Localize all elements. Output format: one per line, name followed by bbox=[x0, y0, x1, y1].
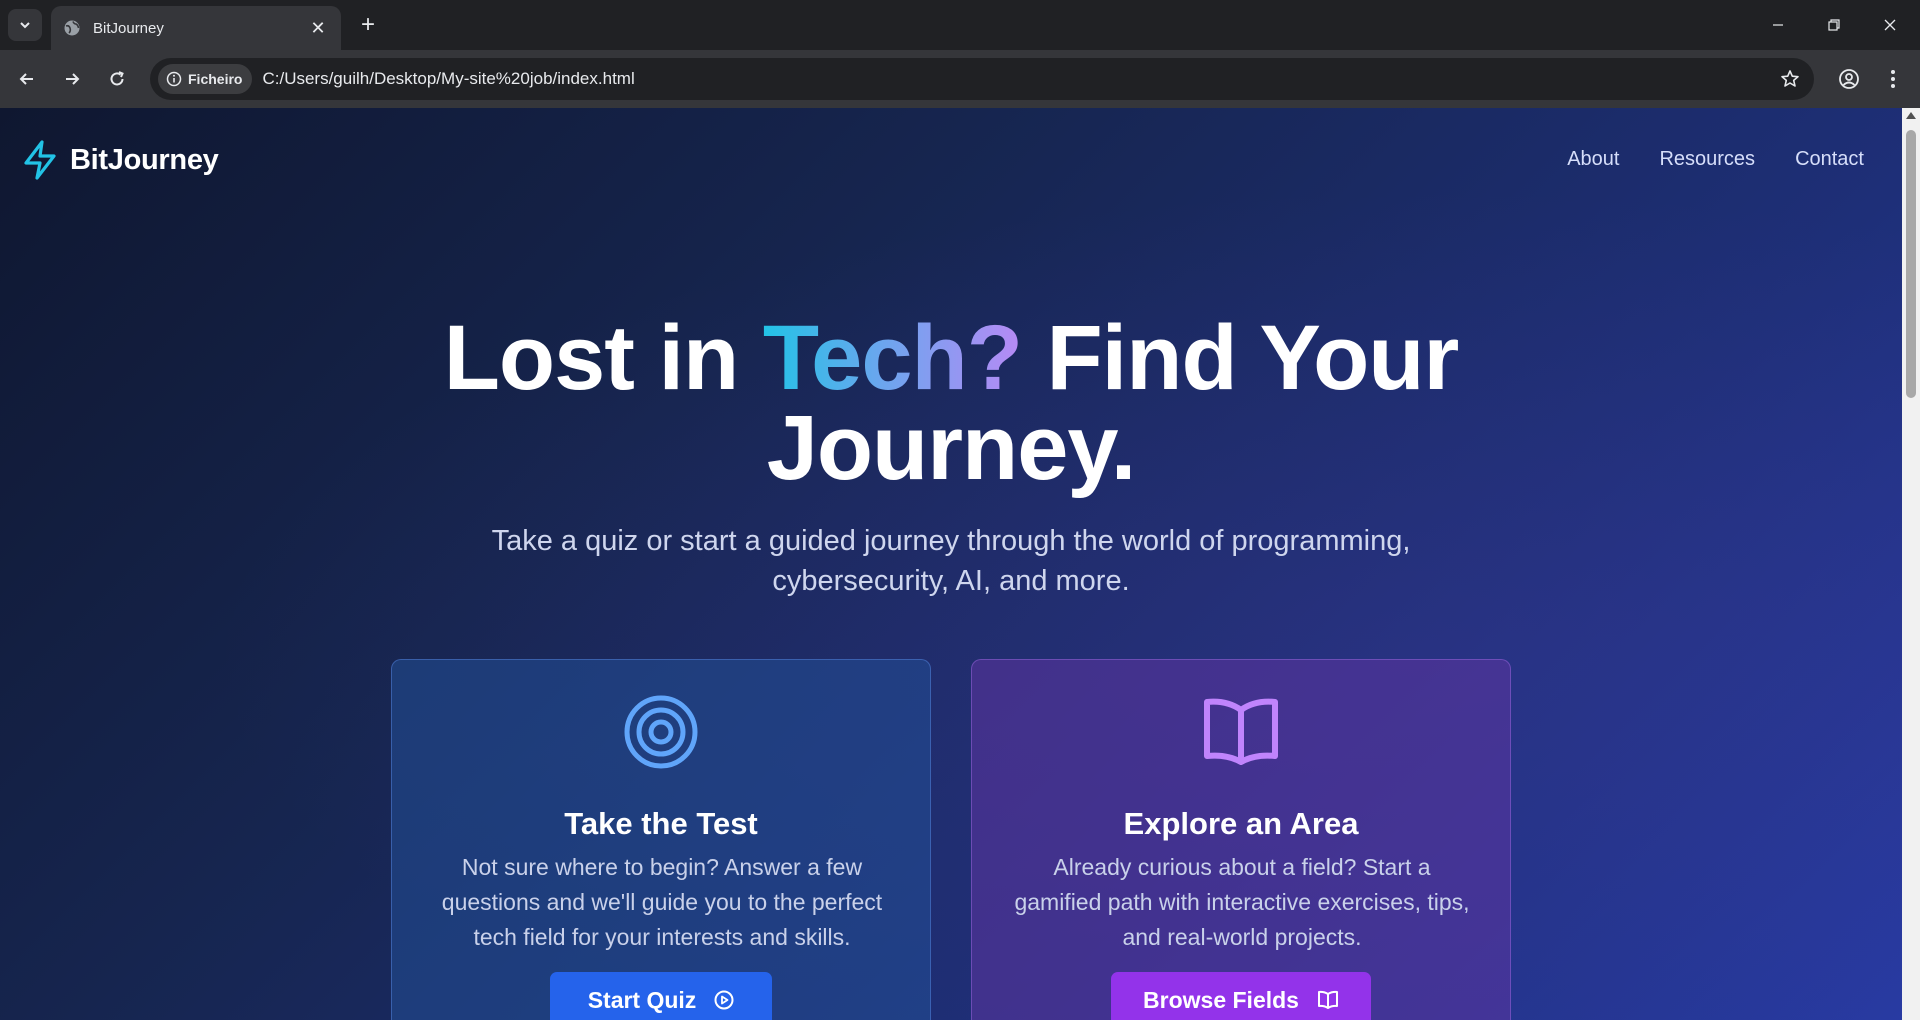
explore-area-title: Explore an Area bbox=[1123, 806, 1359, 841]
play-circle-icon bbox=[714, 990, 734, 1010]
book-icon bbox=[1317, 990, 1338, 1009]
arrow-left-icon bbox=[19, 73, 33, 85]
explore-area-description: Already curious about a field? Start a g… bbox=[1014, 854, 1470, 950]
tab-search-button[interactable] bbox=[8, 9, 42, 41]
nav-link-resources[interactable]: Resources bbox=[1659, 148, 1755, 171]
arrow-right-icon bbox=[66, 73, 80, 85]
book-open-icon bbox=[1204, 698, 1278, 765]
browse-fields-button[interactable]: Browse Fields bbox=[1111, 972, 1371, 1020]
hero-title-accent: Tech? bbox=[762, 307, 1023, 409]
site-logo[interactable]: BitJourney bbox=[22, 140, 219, 180]
restore-button[interactable] bbox=[1806, 0, 1862, 50]
site-info-label: Ficheiro bbox=[188, 71, 243, 87]
globe-icon bbox=[63, 19, 81, 37]
take-test-description: Not sure where to begin? Answer a few qu… bbox=[441, 854, 883, 950]
start-quiz-button[interactable]: Start Quiz bbox=[550, 972, 772, 1020]
explore-area-card: Explore an Area Already curious about a … bbox=[971, 659, 1511, 1020]
start-quiz-label: Start Quiz bbox=[587, 986, 697, 1013]
minimize-icon bbox=[1773, 24, 1783, 26]
hero-title: Lost in Tech? Find Your Journey. bbox=[0, 312, 1902, 494]
profile-button[interactable] bbox=[1832, 62, 1866, 96]
kebab-menu-icon bbox=[1891, 70, 1895, 88]
hero-title-part1: Lost in bbox=[443, 307, 763, 409]
take-test-card: Take the Test Not sure where to begin? A… bbox=[391, 659, 931, 1020]
hero-title-part2: Find Your bbox=[1021, 307, 1459, 409]
tab-close-icon[interactable]: ✕ bbox=[307, 17, 329, 39]
take-test-title: Take the Test bbox=[564, 806, 758, 841]
hero-title-line2: Journey. bbox=[766, 397, 1137, 499]
logo-text: BitJourney bbox=[70, 143, 219, 176]
close-icon bbox=[1884, 19, 1896, 31]
target-icon bbox=[624, 695, 698, 769]
reload-button[interactable] bbox=[100, 62, 134, 96]
close-window-button[interactable] bbox=[1862, 0, 1918, 50]
browser-toolbar: Ficheiro C:/Users/guilh/Desktop/My-site%… bbox=[0, 50, 1920, 108]
reload-icon bbox=[110, 71, 124, 86]
back-button[interactable] bbox=[10, 62, 44, 96]
info-icon bbox=[166, 71, 182, 87]
tab-title: BitJourney bbox=[93, 19, 164, 37]
page-viewport: BitJourney About Resources Contact Lost … bbox=[0, 108, 1902, 1020]
address-bar[interactable]: Ficheiro C:/Users/guilh/Desktop/My-site%… bbox=[150, 58, 1814, 100]
main-nav: About Resources Contact bbox=[1567, 148, 1864, 171]
url-text[interactable]: C:/Users/guilh/Desktop/My-site%20job/ind… bbox=[262, 69, 1774, 89]
browser-tab-bar: BitJourney ✕ + bbox=[0, 0, 1920, 50]
scroll-up-arrow-icon[interactable] bbox=[1906, 112, 1916, 119]
new-tab-button[interactable]: + bbox=[352, 10, 384, 40]
scrollbar-thumb[interactable] bbox=[1906, 130, 1916, 398]
nav-link-contact[interactable]: Contact bbox=[1795, 148, 1864, 171]
minimize-button[interactable] bbox=[1750, 0, 1806, 50]
forward-button[interactable] bbox=[55, 62, 89, 96]
menu-button[interactable] bbox=[1876, 62, 1910, 96]
restore-icon bbox=[1828, 19, 1840, 31]
lightning-bolt-icon bbox=[24, 140, 56, 180]
profile-icon bbox=[1839, 69, 1859, 89]
browse-fields-label: Browse Fields bbox=[1143, 986, 1299, 1013]
site-info-chip[interactable]: Ficheiro bbox=[158, 64, 253, 94]
browser-tab[interactable]: BitJourney ✕ bbox=[51, 6, 341, 50]
nav-link-about[interactable]: About bbox=[1567, 148, 1619, 171]
bookmark-star-icon[interactable] bbox=[1774, 63, 1806, 95]
hero-subtitle: Take a quiz or start a guided journey th… bbox=[491, 525, 1411, 597]
page-scrollbar[interactable] bbox=[1902, 108, 1920, 1020]
chevron-down-icon bbox=[20, 22, 30, 29]
